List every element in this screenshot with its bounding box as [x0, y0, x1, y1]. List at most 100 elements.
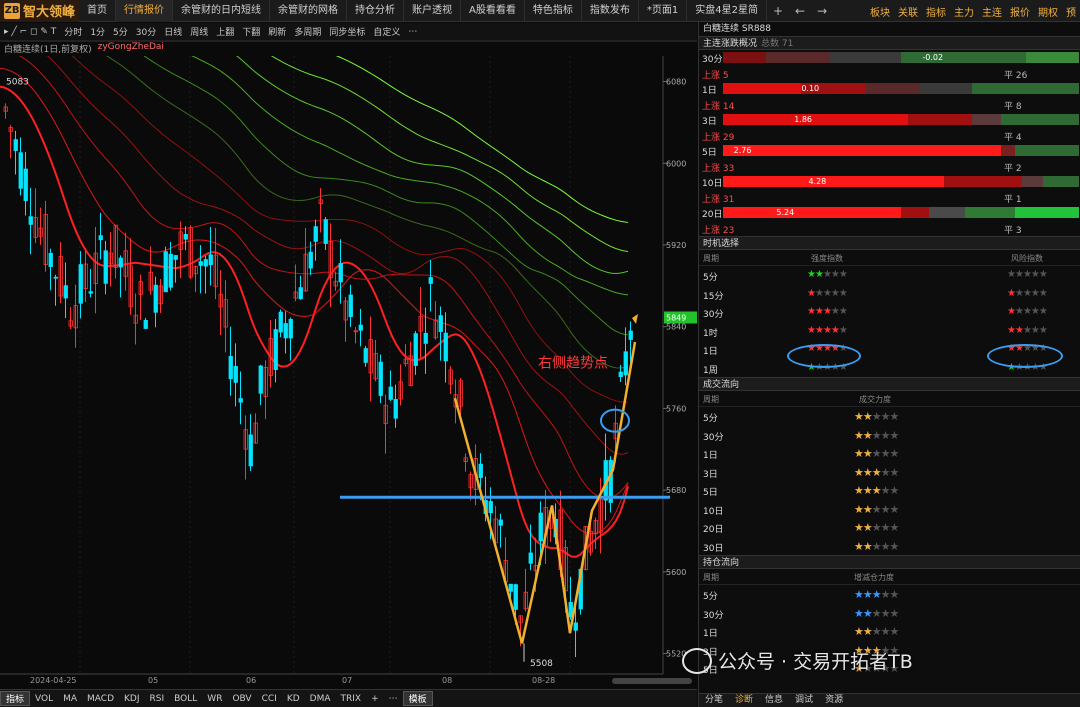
- hold-row-2[interactable]: 1日 ★★★★★: [699, 622, 1080, 641]
- indicator-tab-9[interactable]: CCI: [257, 694, 282, 704]
- tab-5[interactable]: 账户透视: [404, 0, 462, 22]
- tab-9[interactable]: *页面1: [639, 0, 688, 22]
- back-arrow-icon[interactable]: ←: [789, 4, 811, 18]
- timing-row-3[interactable]: 1时 ★★★★★ ★★★★★: [699, 322, 1080, 341]
- toolbar-item-11[interactable]: 自定义: [369, 25, 404, 38]
- indicator-tab-5[interactable]: RSI: [145, 694, 170, 704]
- indicator-tab-12[interactable]: TRIX: [336, 694, 367, 704]
- flow-row-5[interactable]: 10日 ★★★★★: [699, 500, 1080, 519]
- tab-6[interactable]: A股看看看: [461, 0, 525, 22]
- hold-row-1[interactable]: 30分 ★★★★★: [699, 604, 1080, 623]
- tab-0[interactable]: 首页: [79, 0, 117, 22]
- toolbar-item-0[interactable]: 分时: [60, 25, 86, 38]
- toolbar-item-5[interactable]: 周线: [186, 25, 212, 38]
- toolbar-item-1[interactable]: 1分: [86, 25, 109, 38]
- timing-row-0[interactable]: 5分 ★★★★★ ★★★★★: [699, 266, 1080, 285]
- timing-period: 1周: [703, 365, 718, 376]
- candle-body: [363, 348, 368, 363]
- trend-row-2[interactable]: 3日 1.86: [699, 112, 1080, 128]
- top-link-1[interactable]: 关联: [894, 4, 922, 19]
- timing-row-1[interactable]: 15分 ★★★★★ ★★★★★: [699, 285, 1080, 304]
- flow-stars: ★★★★★: [854, 447, 899, 460]
- toolbar-item-7[interactable]: 下翻: [238, 25, 264, 38]
- tab-10[interactable]: 实盘4星2星简: [687, 0, 767, 22]
- flow-row-4[interactable]: 5日 ★★★★★: [699, 481, 1080, 500]
- app-logo[interactable]: ZB 智大领峰: [0, 0, 80, 22]
- indicator-tab-15[interactable]: 模板: [402, 691, 433, 706]
- flow-row-6[interactable]: 20日 ★★★★★: [699, 518, 1080, 537]
- flow-row-3[interactable]: 3日 ★★★★★: [699, 463, 1080, 482]
- indicator-tab-11[interactable]: DMA: [305, 694, 336, 704]
- right-tab-0[interactable]: 分笔: [699, 694, 729, 707]
- candle-body: [173, 255, 178, 260]
- flow-stars: ★★★★★: [854, 539, 899, 553]
- flow-row-0[interactable]: 5分 ★★★★★: [699, 407, 1080, 426]
- toolbar-item-9[interactable]: 多周期: [290, 25, 325, 38]
- indicator-tab-13[interactable]: +: [366, 694, 384, 704]
- candle-body: [103, 250, 108, 284]
- indicator-tab-10[interactable]: KD: [282, 694, 305, 704]
- right-tab-1[interactable]: 诊断: [729, 694, 759, 707]
- timing-row-2[interactable]: 30分 ★★★★★ ★★★★★: [699, 303, 1080, 322]
- candle-body: [63, 285, 68, 299]
- flow-period: 20日: [703, 525, 724, 535]
- right-tab-4[interactable]: 资源: [819, 694, 849, 707]
- top-link-4[interactable]: 主连: [978, 4, 1006, 19]
- flow-stars: ★★★★★: [854, 465, 899, 479]
- tab-4[interactable]: 持仓分析: [347, 0, 405, 22]
- trend-row-5[interactable]: 20日 5.24: [699, 205, 1080, 221]
- toolbar-item-3[interactable]: 30分: [132, 25, 160, 38]
- toolbar-item-6[interactable]: 上翻: [212, 25, 238, 38]
- flow-row-1[interactable]: 30分 ★★★★★: [699, 426, 1080, 445]
- candle-body: [488, 501, 493, 514]
- toolbar-item-2[interactable]: 5分: [109, 25, 132, 38]
- candle-body: [618, 371, 623, 378]
- timing-period: 1时: [703, 328, 718, 339]
- tab-2[interactable]: 余管财的日内短线: [173, 0, 271, 22]
- price-tick-label: 5840: [666, 323, 686, 332]
- tab-8[interactable]: 指数发布: [582, 0, 639, 22]
- indicator-tab-3[interactable]: MACD: [82, 694, 119, 704]
- indicator-tab-6[interactable]: BOLL: [169, 694, 202, 704]
- right-tab-2[interactable]: 信息: [759, 694, 789, 707]
- chart-scrollbar[interactable]: [612, 678, 692, 684]
- toolbar-item-10[interactable]: 同步坐标: [325, 25, 369, 38]
- indicator-tab-4[interactable]: KDJ: [119, 694, 145, 704]
- trend-row-1[interactable]: 1日 0.10: [699, 81, 1080, 97]
- indicator-tab-1[interactable]: VOL: [30, 694, 58, 704]
- indicator-tab-2[interactable]: MA: [58, 694, 82, 704]
- top-link-2[interactable]: 指标: [922, 4, 950, 19]
- forward-arrow-icon[interactable]: →: [811, 4, 833, 18]
- trend-row-3[interactable]: 5日 2.76: [699, 143, 1080, 159]
- top-link-3[interactable]: 主力: [950, 4, 978, 19]
- highlight-circle: [987, 344, 1063, 368]
- flow-row-2[interactable]: 1日 ★★★★★: [699, 444, 1080, 463]
- tab-3[interactable]: 余管财的网格: [270, 0, 348, 22]
- indicator-tab-14[interactable]: ⋯: [384, 694, 403, 704]
- timing-col-period: 周期: [703, 254, 719, 263]
- candle-body: [308, 251, 313, 269]
- candlestick-chart[interactable]: 6080600059205840576056805600552058492024…: [0, 56, 697, 689]
- indicator-tab-8[interactable]: OBV: [227, 694, 256, 704]
- trend-row-4[interactable]: 10日 4.28: [699, 174, 1080, 190]
- candle-body: [168, 253, 173, 288]
- tab-7[interactable]: 特色指标: [525, 0, 582, 22]
- top-link-5[interactable]: 报价: [1006, 4, 1034, 19]
- right-tab-3[interactable]: 调试: [789, 694, 819, 707]
- top-link-7[interactable]: 预: [1062, 4, 1080, 19]
- toolbar-item-8[interactable]: 刷新: [264, 25, 290, 38]
- indicator-tab-0[interactable]: 指标: [0, 691, 31, 706]
- toolbar-item-4[interactable]: 日线: [160, 25, 186, 38]
- hold-stars: ★★★★★: [854, 606, 899, 620]
- draw-tools-icon[interactable]: ▸ ╱ ⌐ ◻ ✎ T: [0, 27, 60, 37]
- candle-body: [163, 251, 168, 293]
- flow-row-7[interactable]: 30日 ★★★★★: [699, 537, 1080, 556]
- indicator-tab-7[interactable]: WR: [202, 694, 227, 704]
- add-tab-icon[interactable]: +: [767, 4, 789, 18]
- top-link-6[interactable]: 期权: [1034, 4, 1062, 19]
- top-link-0[interactable]: 板块: [866, 4, 894, 19]
- tab-1[interactable]: 行情报价: [116, 0, 174, 22]
- trend-row-0[interactable]: 30分 -0.02: [699, 50, 1080, 66]
- toolbar-item-12[interactable]: ⋯: [404, 27, 421, 37]
- hold-row-0[interactable]: 5分 ★★★★★: [699, 585, 1080, 604]
